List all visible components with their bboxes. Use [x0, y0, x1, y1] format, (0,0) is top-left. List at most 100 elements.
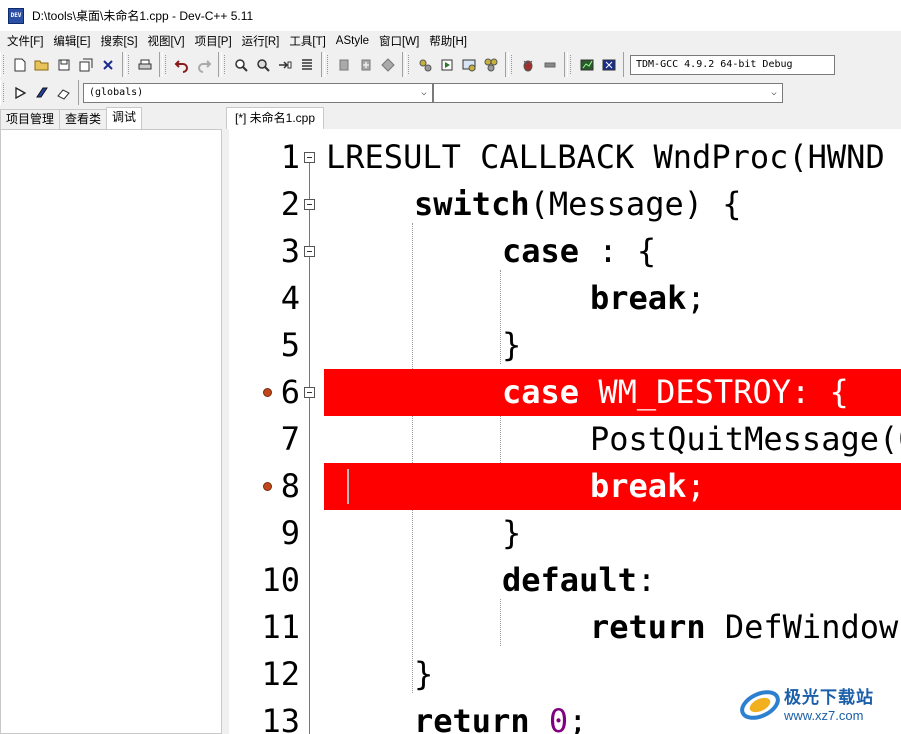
search-toolbar-group [221, 52, 322, 77]
close-file-button[interactable] [97, 54, 119, 76]
toolbar-grip[interactable] [3, 55, 6, 74]
toolbar-grip[interactable] [3, 83, 6, 102]
debug-panel[interactable] [0, 129, 222, 734]
line-number: 4 [280, 279, 300, 317]
compile-run-button[interactable] [458, 54, 480, 76]
undo-toolbar-group [162, 52, 219, 77]
code-line[interactable]: 5 } [229, 322, 901, 369]
line-number: 9 [280, 514, 300, 552]
fold-toggle-icon[interactable] [304, 152, 315, 163]
find-button[interactable] [230, 54, 252, 76]
chevron-down-icon[interactable]: ⌵ [766, 84, 782, 102]
menu-edit[interactable]: 编辑[E] [48, 33, 95, 49]
tab-debug[interactable]: 调试 [106, 107, 143, 129]
line-number: 13 [261, 702, 300, 734]
toolbar-grip[interactable] [224, 55, 227, 74]
save-all-button[interactable] [75, 54, 97, 76]
menu-help[interactable]: 帮助[H] [424, 33, 472, 49]
class-browser-toolbar-group [0, 80, 79, 105]
goto-bookmark-button[interactable] [53, 82, 75, 104]
undo-button[interactable] [171, 54, 193, 76]
toolbar-grip[interactable] [165, 55, 168, 74]
breakpoint-line[interactable]: 6 case WM_DESTROY: { [229, 369, 901, 416]
toolbar-grip[interactable] [408, 55, 411, 74]
tab-project-manager[interactable]: 项目管理 [0, 109, 61, 129]
run-button[interactable] [436, 54, 458, 76]
compile-run-icon [462, 59, 476, 71]
add-to-project-button[interactable] [355, 54, 377, 76]
scope-select[interactable]: (globals) ⌵ [83, 82, 433, 103]
compiler-set-select[interactable]: TDM-GCC 4.9.2 64-bit Debug [630, 54, 835, 75]
chevron-down-icon[interactable]: ⌵ [416, 84, 432, 102]
code-line[interactable]: 10 default: [229, 557, 901, 604]
compile-button[interactable] [414, 54, 436, 76]
goto-function-button[interactable] [296, 54, 318, 76]
stop-execution-button[interactable] [539, 54, 561, 76]
play-icon [15, 86, 27, 99]
menu-run[interactable]: 运行[R] [237, 33, 285, 49]
left-panel-tabs: 项目管理 查看类 调试 [0, 107, 226, 129]
code-text: default: [502, 561, 657, 599]
aurora-logo-icon [738, 681, 782, 725]
toggle-bookmark-button[interactable] [31, 82, 53, 104]
code-line[interactable]: 7 PostQuitMessage(0); [229, 416, 901, 463]
book-icon [36, 87, 48, 97]
new-project-button[interactable] [333, 54, 355, 76]
code-text: case : { [502, 232, 657, 270]
rebuild-all-button[interactable] [480, 54, 502, 76]
delete-profile-button[interactable] [598, 54, 620, 76]
goto-line-button[interactable] [274, 54, 296, 76]
toolbar-grip[interactable] [327, 55, 330, 74]
open-file-button[interactable] [31, 54, 53, 76]
menu-astyle[interactable]: AStyle [331, 35, 374, 47]
project-options-button[interactable] [377, 54, 399, 76]
replace-icon [257, 58, 270, 72]
fold-toggle-icon[interactable] [304, 246, 315, 257]
code-text: switch(Message) { [414, 185, 742, 223]
save-all-icon [79, 58, 93, 71]
tab-untitled-cpp[interactable]: [*] 未命名1.cpp [226, 107, 325, 129]
toolbar-grip[interactable] [511, 55, 514, 74]
menu-view[interactable]: 视图[V] [143, 33, 190, 49]
dev-cpp-app-icon[interactable]: DEV [8, 7, 24, 24]
code-line[interactable]: 9 } [229, 510, 901, 557]
toolbar-grip[interactable] [128, 55, 131, 74]
new-file-icon [14, 58, 26, 71]
menu-project[interactable]: 项目[P] [190, 33, 237, 49]
title-bar: DEV D:\tools\桌面\未命名1.cpp - Dev-C++ 5.11 [0, 0, 901, 31]
scope-select-value: (globals) [89, 87, 144, 98]
breakpoint-line[interactable]: 8 break; [229, 463, 901, 510]
toolbar-grip[interactable] [570, 55, 573, 74]
print-button[interactable] [134, 54, 156, 76]
code-line[interactable]: 4 break; [229, 275, 901, 322]
new-file-button[interactable] [9, 54, 31, 76]
member-select[interactable]: ⌵ [433, 82, 783, 103]
redo-button[interactable] [193, 54, 215, 76]
project-icon [339, 59, 349, 70]
tab-class-browser[interactable]: 查看类 [59, 109, 108, 129]
menu-window[interactable]: 窗口[W] [374, 33, 424, 49]
code-editor[interactable]: 1 LRESULT CALLBACK WndProc(HWND hwnd, UI… [229, 129, 901, 734]
rebuild-icon [484, 58, 498, 71]
goto-hand-icon [279, 60, 292, 69]
menu-tools[interactable]: 工具[T] [284, 33, 330, 49]
save-button[interactable] [53, 54, 75, 76]
project-toolbar-group [324, 52, 403, 77]
profile-button[interactable] [576, 54, 598, 76]
code-line[interactable]: 1 LRESULT CALLBACK WndProc(HWND hwnd, UI… [229, 134, 901, 181]
code-line[interactable]: 11 return DefWindowProc(hwnd, Message [229, 604, 901, 651]
fold-toggle-icon[interactable] [304, 387, 315, 398]
debug-button[interactable] [517, 54, 539, 76]
code-line[interactable]: 2 switch(Message) { [229, 181, 901, 228]
close-icon [103, 59, 113, 70]
code-text: return DefWindowProc(hwnd, Message [590, 608, 901, 646]
menu-file[interactable]: 文件[F] [2, 33, 48, 49]
replace-button[interactable] [252, 54, 274, 76]
stop-icon [544, 62, 556, 67]
fold-toggle-icon[interactable] [304, 199, 315, 210]
code-line[interactable]: 3 case : { [229, 228, 901, 275]
code-text: } [502, 326, 522, 364]
insert-button[interactable] [9, 82, 31, 104]
menu-search[interactable]: 搜索[S] [95, 33, 142, 49]
open-book-icon [57, 88, 70, 100]
